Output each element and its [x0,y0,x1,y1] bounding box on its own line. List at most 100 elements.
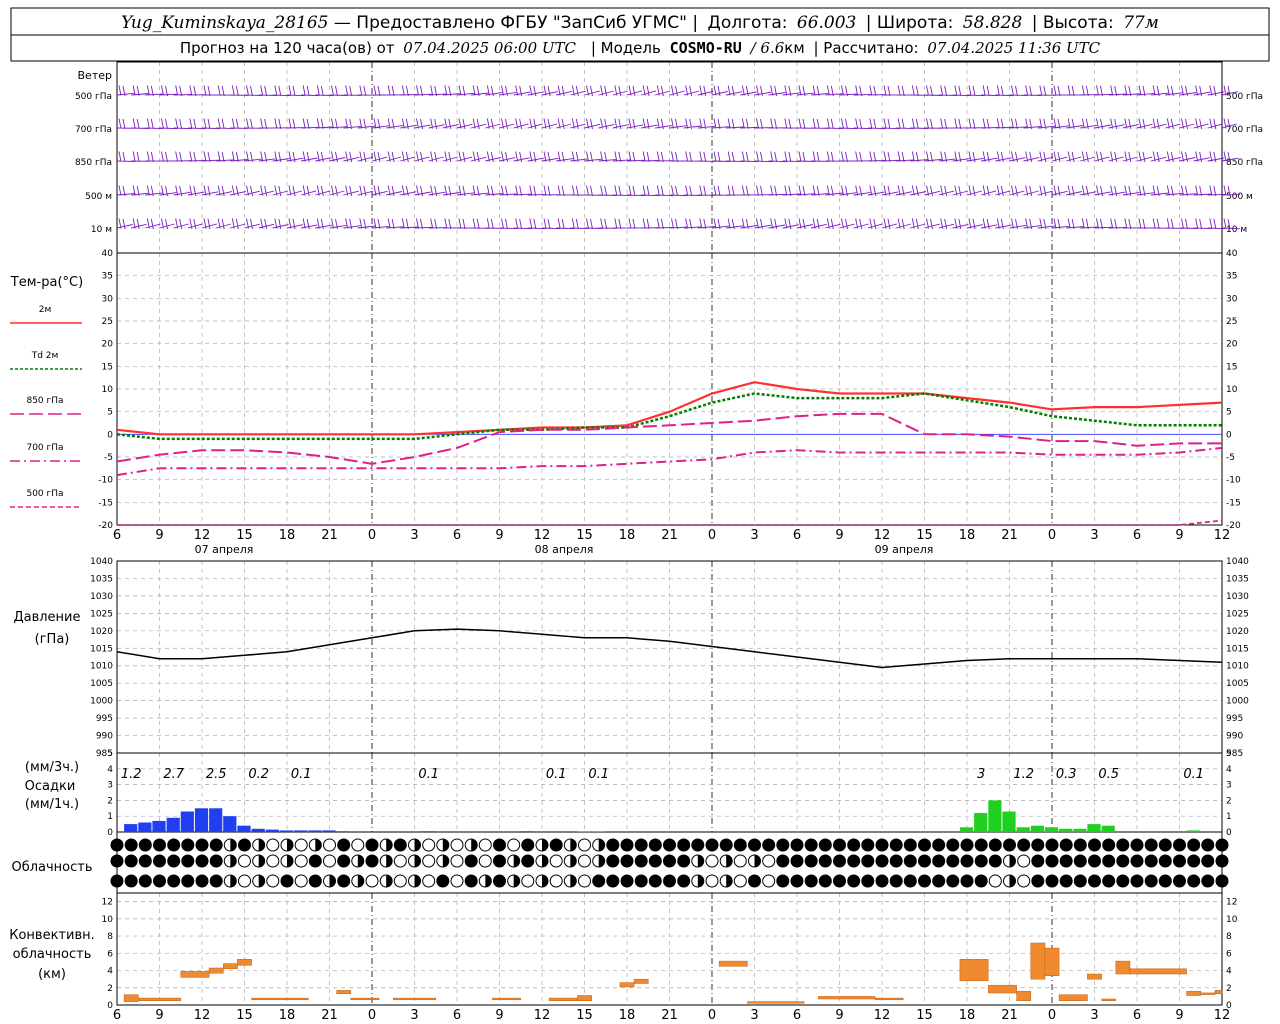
legend-label: 700 гПа [26,443,63,453]
wind-barb [428,85,447,97]
wind-barb [499,185,518,197]
cloud-symbol [393,854,407,868]
wind-barb [612,118,629,130]
wind-barb [711,151,731,163]
wind-barb [258,218,275,230]
temp-series-line [117,519,1223,526]
wind-barb [442,85,461,97]
wind-barb [726,151,745,163]
wind-barb [414,118,431,130]
pressure-y-tick-right: 1015 [1226,644,1249,654]
pressure-y-tick-right: 990 [1226,732,1243,742]
precip-y-tick-left: 1 [107,812,113,822]
legend-label: 850 гПа [26,396,63,406]
wind-barb [938,218,955,230]
conv-y-tick-right: 2 [1226,984,1232,994]
legend-label: 500 гПа [26,489,63,499]
wind-barb [145,218,161,230]
forecast-prefix: Прогноз на 120 часа(ов) от [180,39,395,57]
cloud-symbol [932,854,946,868]
time-tick-label: 12 [534,1008,551,1023]
cloud-symbol [804,874,818,888]
conv-y-tick-right: 8 [1226,932,1232,942]
conv-cloud-bar [1044,947,1060,976]
cloud-symbol [677,874,691,888]
wind-barb [371,118,390,130]
time-tick-label: 6 [453,1008,461,1023]
cloud-symbol [436,874,450,888]
wind-barb [924,85,943,97]
cloud-symbol [790,874,804,888]
wind-barb [1066,85,1085,97]
wind-barb [966,118,986,130]
cloud-symbol [648,838,662,852]
cloud-symbol [1116,838,1130,852]
cloud-symbol [762,874,776,888]
cloud-symbol [549,854,563,868]
conv-cloud-bar [492,997,521,1001]
temp-y-tick-right: 25 [1226,317,1237,327]
wind-barb [938,185,955,197]
wind-barb [896,218,912,230]
wind-barb [1094,218,1113,230]
cloud-symbol [138,874,152,888]
wind-barb [145,85,164,97]
time-tick-label: 21 [661,528,678,543]
cloud-symbol [549,838,563,852]
precip-3h-sum: 0.2 [248,767,269,782]
conv-cloud-bar [1214,990,1223,995]
wind-barb [683,218,702,230]
wind-barb [230,118,249,130]
cloud-symbol [1130,854,1144,868]
cloud-symbol [620,854,634,868]
wind-barb [839,185,857,197]
alt-value: 77м [1123,13,1159,33]
legend-label: 2м [39,305,52,315]
cloud-symbol [1201,854,1215,868]
temp-y-tick-left: 5 [107,408,113,418]
precip-y-tick-right: 5 [1226,749,1232,759]
cloud-symbol [1201,874,1215,888]
wind-barb [669,118,687,130]
cloud-symbol [1088,874,1101,888]
cloud-symbol [946,838,960,852]
wind-level-label-left: 500 гПа [75,92,112,102]
wind-barb [1136,85,1155,97]
wind-barb [1023,118,1042,130]
wind-level-label-right: 700 гПа [1226,125,1263,135]
wind-barb [697,85,714,97]
cloud-symbol [195,874,209,888]
cloud-symbol [578,874,591,888]
time-tick-label: 21 [1001,528,1018,543]
wind-barb [570,185,589,197]
wind-barb [995,118,1014,130]
cloud-symbol [365,854,379,868]
wind-barb [456,151,473,163]
wind-barb [556,151,574,163]
wind-barb [910,118,929,130]
wind-barb [952,118,971,130]
pressure-y-tick-left: 1040 [90,557,113,567]
pressure-y-tick-right: 1000 [1226,697,1249,707]
temp-y-tick-left: 35 [102,272,113,282]
conv-y-tick-left: 6 [107,949,113,959]
cloud-symbol [507,838,521,852]
cloud-symbol-half [542,839,548,851]
wind-level-label-left: 10 м [91,225,112,235]
wind-barb [1122,85,1141,97]
precip-bar [591,831,605,832]
wind-barb [400,151,416,163]
cloud-symbol [903,874,917,888]
time-tick-label: 3 [750,1008,758,1023]
precip-bar [265,829,279,832]
wind-barb [286,185,303,197]
meteogram: Yug_Kuminskaya_28165 — Предоставлено ФГБ… [0,0,1280,1024]
wind-barb [216,185,233,197]
precip-bar [1030,825,1044,832]
wind-barb [612,185,631,197]
wind-barb [598,185,617,197]
cloud-symbol-half [442,855,449,867]
cloud-symbol-half [726,875,733,887]
wind-barb [796,218,813,230]
cloud-symbol [1059,838,1073,852]
